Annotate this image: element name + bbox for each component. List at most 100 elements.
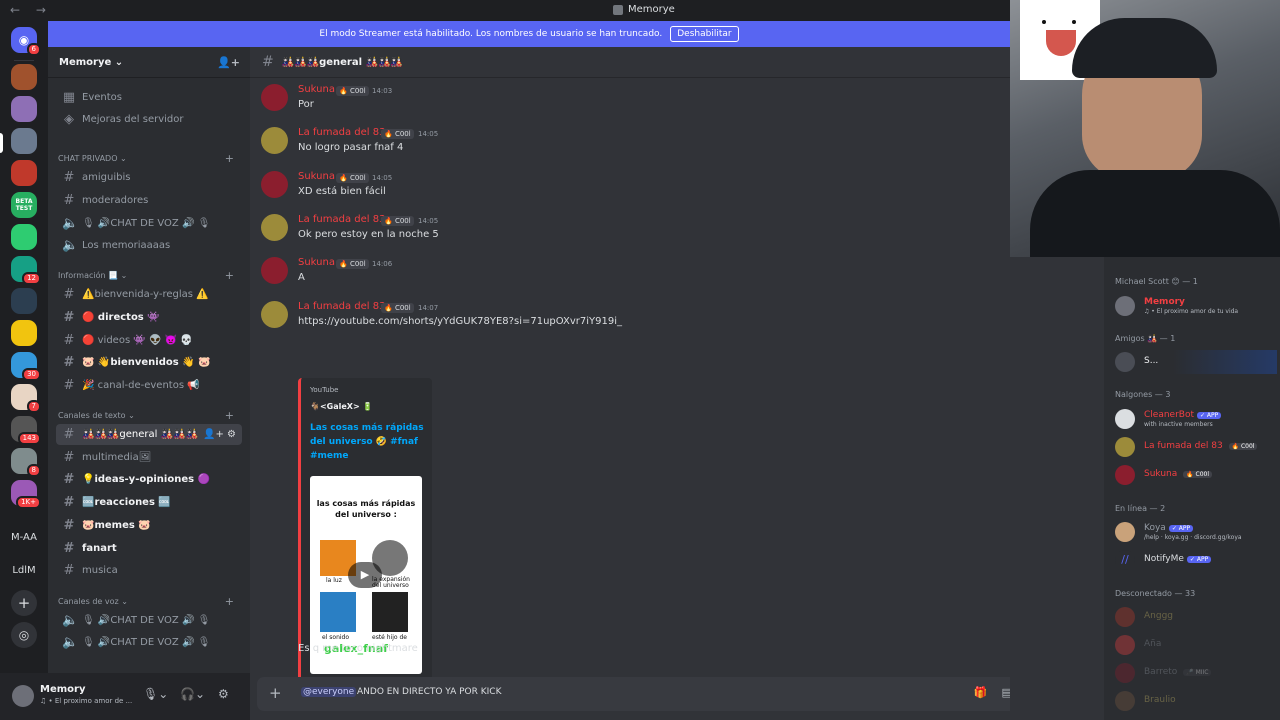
message-link[interactable]: https://youtube.com/shorts/yYdGUK78YE8?s… [298, 316, 622, 327]
channel-settings-icon[interactable]: 👤+ ⚙ [203, 429, 236, 440]
avatar[interactable] [261, 301, 288, 328]
banner-text: El modo Streamer está habilitado. Los no… [319, 29, 663, 39]
server-icon-6[interactable] [11, 224, 37, 250]
channel-memes[interactable]: # 🐷memes 🐷 [56, 515, 242, 536]
avatar[interactable] [261, 171, 288, 198]
message-author[interactable]: La fumada del 83 [298, 301, 385, 312]
message-text: Por [298, 99, 314, 110]
category-info[interactable]: Información 📃 ⌄ + [58, 269, 242, 282]
server-icon-memorye[interactable] [11, 128, 37, 154]
avatar[interactable] [261, 257, 288, 284]
add-channel-icon[interactable]: + [225, 595, 234, 608]
explore-icon[interactable]: ◎ [11, 622, 37, 648]
channel-fanart[interactable]: # fanart [56, 538, 242, 559]
member-item[interactable]: Memory ♫ • El proximo amor de tu vida [1113, 294, 1278, 318]
nav-arrows[interactable]: ← → [10, 3, 52, 17]
add-channel-icon[interactable]: + [225, 409, 234, 422]
server-icon-10[interactable]: 30 [11, 352, 41, 381]
gear-icon[interactable]: ⚙ [218, 687, 229, 701]
voice-channel-1[interactable]: 🔈 🎙 🔊CHAT DE VOZ 🔊 🎙 [56, 610, 242, 631]
member-item[interactable]: La fumada del 83 🔥 C00l [1113, 435, 1278, 459]
member-item[interactable]: Barreto 🎤 MIIC [1113, 661, 1278, 685]
message-author[interactable]: Sukuna [298, 257, 335, 268]
category-text[interactable]: Canales de texto ⌄ + [58, 409, 242, 422]
message-input[interactable]: ANDO EN DIRECTO YA POR KICK [357, 687, 501, 697]
server-folder-1[interactable]: 143 [11, 416, 41, 445]
channel-bienvenidos[interactable]: # 🐷 👋bienvenidos 👋 🐷 [56, 352, 242, 373]
server-icon-8[interactable] [11, 288, 37, 314]
channel-multimedia[interactable]: # multimedia🖼 [56, 447, 242, 468]
microphone-icon[interactable]: 🎙⌄ [143, 687, 168, 701]
avatar[interactable] [12, 685, 34, 707]
member-item[interactable]: Braulio [1113, 689, 1278, 713]
avatar[interactable] [261, 214, 288, 241]
server-boost-item[interactable]: ◈ Mejoras del servidor [56, 109, 242, 130]
server-text-ldlm[interactable]: LdlM [8, 565, 40, 576]
server-icon-11[interactable]: 7 [11, 384, 41, 413]
channel-general[interactable]: # 🎎🎎🎎general 🎎🎎🎎 👤+ ⚙ [56, 424, 242, 445]
hash-icon: # [63, 563, 75, 578]
channel-eventos[interactable]: # 🎉 canal-de-eventos 📢 [56, 375, 242, 396]
channel-moderadores[interactable]: # moderadores [56, 190, 242, 211]
member-item[interactable]: Sukuna 🔥 C00l [1113, 463, 1278, 487]
server-icon-1[interactable] [11, 64, 37, 90]
window-title: Memorye [613, 4, 675, 15]
channel-amiguibis[interactable]: # amiguibis [56, 167, 242, 188]
member-item[interactable]: // NotifyMe ✓ APP [1113, 548, 1278, 572]
server-header[interactable]: Memorye ⌄ 👤+ [48, 47, 250, 78]
category-private[interactable]: CHAT PRIVADO ⌄ + [58, 152, 242, 165]
avatar[interactable] [261, 127, 288, 154]
play-icon[interactable]: ▶ [348, 562, 382, 588]
invite-icon[interactable]: 👤+ [217, 56, 240, 69]
channel-videos[interactable]: # 🔴 videos 👾 👽 👿 💀 [56, 330, 242, 351]
embed-author[interactable]: 🐐<GaleX> 🔋 [310, 402, 372, 411]
embed-title[interactable]: Las cosas más rápidas del universo 🤣 #fn… [310, 421, 425, 463]
headphones-icon[interactable]: 🎧⌄ [180, 687, 205, 701]
member-item[interactable]: Aña [1113, 633, 1278, 657]
webcam-overlay [1010, 0, 1280, 257]
message-author[interactable]: La fumada del 83 [298, 214, 385, 225]
voice-channel-2[interactable]: 🔈 🎙 🔊CHAT DE VOZ 🔊 🎙 [56, 632, 242, 653]
add-server-icon[interactable]: + [11, 590, 37, 616]
embed-provider[interactable]: YouTube [310, 386, 338, 394]
avatar [1115, 437, 1135, 457]
message-composer[interactable]: + @everyone ANDO EN DIRECTO YA POR KICK … [257, 677, 1097, 711]
category-voice[interactable]: Canales de voz ⌄ + [58, 595, 242, 608]
role-tag: 🔥 C00l [381, 303, 414, 313]
message-author[interactable]: Sukuna [298, 84, 335, 95]
role-header: Nalgones — 3 [1115, 390, 1171, 399]
discord-home-icon[interactable]: ◉ 6 [11, 27, 41, 56]
voice-channel-private[interactable]: 🔈 🎙 🔊CHAT DE VOZ 🔊 🎙 [56, 213, 242, 234]
channel-directos[interactable]: # 🔴 directos 👾 [56, 307, 242, 328]
add-channel-icon[interactable]: + [225, 152, 234, 165]
message-author[interactable]: Sukuna [298, 171, 335, 182]
channel-reacciones[interactable]: # 🆒reacciones 🆒 [56, 492, 242, 513]
member-item[interactable]: Anggg [1113, 605, 1278, 629]
server-folder-2[interactable]: 8 [11, 448, 41, 477]
server-icon-4[interactable] [11, 160, 37, 186]
member-item[interactable]: Koya ✓ APP /help · koya.gg · discord.gg/k… [1113, 520, 1278, 544]
server-icon-7[interactable]: 12 [11, 256, 41, 285]
channel-musica[interactable]: # musica [56, 560, 242, 581]
hash-icon: # [63, 355, 75, 370]
server-text-maa[interactable]: M-AA [8, 532, 40, 543]
channel-ideas[interactable]: # 💡ideas-y-opiniones 🟣 [56, 469, 242, 490]
channel-bienvenida[interactable]: # ⚠️bienvenida-y-reglas ⚠️ [56, 284, 242, 305]
server-icon-beta[interactable]: BETA TEST [11, 192, 37, 218]
dog-mouth [1046, 30, 1076, 56]
member-list-gap [1010, 257, 1104, 720]
attach-plus-icon[interactable]: + [269, 684, 282, 702]
member-item[interactable]: S... [1113, 350, 1278, 374]
avatar[interactable] [261, 84, 288, 111]
disable-streamer-button[interactable]: Deshabilitar [670, 26, 739, 42]
server-icon-2[interactable] [11, 96, 37, 122]
events-item[interactable]: ▦ Eventos [56, 87, 242, 108]
server-folder-3[interactable]: 1K+ [11, 480, 41, 509]
message-author[interactable]: La fumada del 83 [298, 127, 385, 138]
role-tag: 🔥 C00l [336, 259, 369, 269]
gift-icon[interactable]: 🎁 [974, 686, 988, 699]
server-icon-9[interactable] [11, 320, 37, 346]
member-item[interactable]: CleanerBot ✓ APP with inactive members [1113, 407, 1278, 431]
add-channel-icon[interactable]: + [225, 269, 234, 282]
voice-channel-memorias[interactable]: 🔈 Los memoriaaaas [56, 235, 242, 256]
